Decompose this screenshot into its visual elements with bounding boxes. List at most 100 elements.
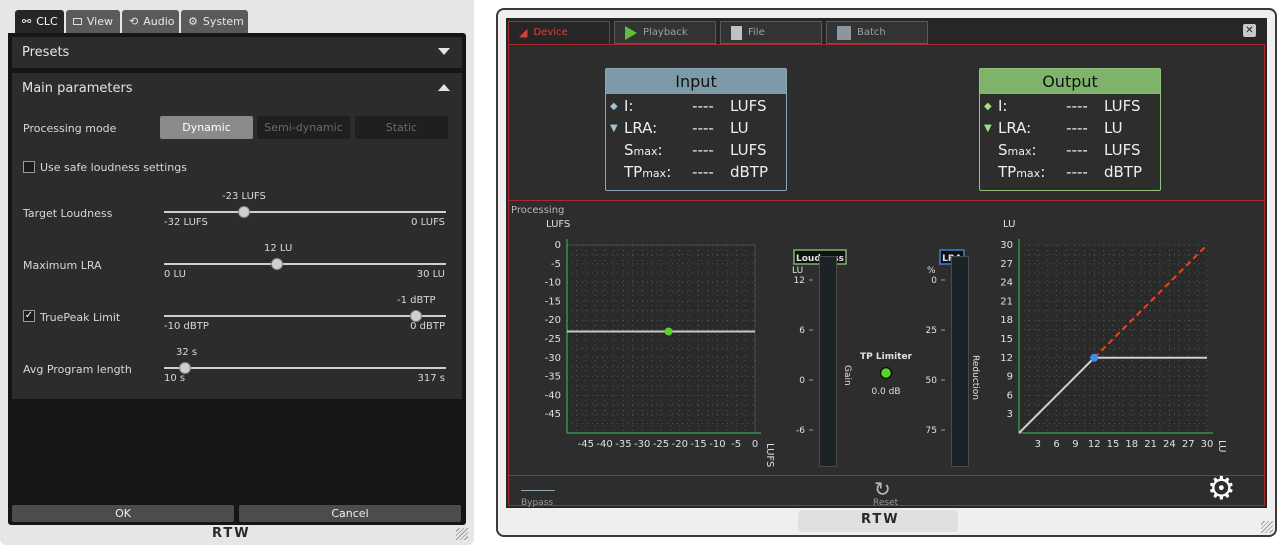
loudness-transfer-chart: LUFS LUFS 0-5-10-15-20-25-30-35-40-45 -4… bbox=[545, 219, 775, 467]
clc-icon: ⚯ bbox=[22, 15, 32, 28]
y-tick-label: -15 bbox=[545, 296, 561, 307]
x-tick-label: 3 bbox=[1035, 439, 1041, 450]
resize-grip-icon[interactable] bbox=[456, 528, 468, 540]
diamond-icon: ◆ bbox=[984, 100, 992, 112]
mode-static-button[interactable]: Static bbox=[355, 116, 448, 139]
x-tick-label: -40 bbox=[596, 439, 612, 450]
max-lra-max: 30 LU bbox=[416, 269, 445, 280]
divider bbox=[509, 475, 1264, 476]
tab-playback[interactable]: Playback bbox=[614, 21, 716, 44]
diamond-icon: ◆ bbox=[610, 100, 618, 112]
max-lra-knob[interactable] bbox=[271, 258, 283, 270]
max-lra-value: 12 LU bbox=[264, 243, 293, 254]
safe-loudness-label: Use safe loudness settings bbox=[40, 161, 187, 174]
y-tick-label: 24 bbox=[1000, 278, 1013, 289]
reset-label[interactable]: Reset bbox=[873, 498, 898, 508]
truepeak-checkbox[interactable]: ✓ bbox=[23, 310, 35, 322]
output-title: Output bbox=[980, 69, 1160, 94]
x-ticks: 3 6 9 12 15 18 21 24 27 30 bbox=[1035, 439, 1214, 450]
x-tick-label: 6 bbox=[1053, 439, 1059, 450]
input-tpmax-row: TPmax: ---- dBTP bbox=[624, 163, 769, 181]
x-ticks: -45 -40 -35 -30 -25 -20 -15 -10 -5 0 bbox=[578, 439, 759, 450]
y-tick-label: 21 bbox=[1000, 296, 1013, 307]
avg-program-track[interactable] bbox=[164, 367, 446, 369]
x-tick-label: -20 bbox=[672, 439, 688, 450]
presets-section-header[interactable]: Presets bbox=[12, 37, 462, 68]
safe-loudness-checkbox[interactable] bbox=[23, 161, 35, 173]
max-lra-track[interactable] bbox=[164, 263, 446, 265]
y-tick-label: 30 bbox=[1000, 240, 1013, 251]
truepeak-value: -1 dBTP bbox=[397, 295, 436, 306]
plot-area bbox=[566, 244, 756, 434]
processing-mode-label: Processing mode bbox=[23, 122, 117, 135]
x-tick-label: 21 bbox=[1144, 439, 1157, 450]
truepeak-track[interactable] bbox=[164, 315, 446, 317]
tab-view[interactable]: View bbox=[66, 10, 120, 33]
x-tick-label: 9 bbox=[1072, 439, 1078, 450]
rtw-logo: RTW bbox=[212, 526, 251, 541]
meter-tick-label: 75 bbox=[926, 426, 937, 436]
y-tick-label: 3 bbox=[1007, 409, 1013, 420]
x-tick-label: -15 bbox=[690, 439, 706, 450]
x-tick-label: -30 bbox=[634, 439, 650, 450]
tp-limiter-led bbox=[879, 366, 893, 380]
device-window: ◢ Device Playback File Batch ✕ Input ◆ I… bbox=[496, 8, 1277, 537]
close-icon[interactable]: ✕ bbox=[1243, 24, 1256, 37]
tab-system[interactable]: ⚙ System bbox=[181, 10, 248, 33]
meter-tick-label: 0 bbox=[931, 276, 937, 286]
input-panel: Input ◆ I: ---- LUFS ▼ LRA: ---- LU Smax… bbox=[605, 68, 787, 191]
tab-file[interactable]: File bbox=[720, 21, 822, 44]
avg-program-label: Avg Program length bbox=[23, 363, 132, 376]
y-tick-label: 27 bbox=[1000, 259, 1013, 270]
tab-device[interactable]: ◢ Device bbox=[508, 21, 610, 44]
target-loudness-track[interactable] bbox=[164, 211, 446, 213]
x-tick-label: 24 bbox=[1163, 439, 1176, 450]
x-axis-unit: LUFS bbox=[764, 443, 775, 467]
reduction-meter-bar bbox=[951, 256, 969, 467]
y-tick-label: 18 bbox=[1000, 315, 1013, 326]
ok-button[interactable]: OK bbox=[12, 505, 234, 522]
bypass-label[interactable]: Bypass bbox=[521, 498, 553, 508]
y-axis-unit: LUFS bbox=[546, 219, 570, 230]
device-screen: ◢ Device Playback File Batch ✕ Input ◆ I… bbox=[506, 18, 1267, 508]
max-lra-point[interactable] bbox=[1090, 353, 1099, 362]
tab-clc[interactable]: ⚯ CLC bbox=[15, 10, 64, 33]
tp-limiter: TP Limiter 0.0 dB bbox=[860, 352, 913, 397]
y-tick-label: -35 bbox=[545, 372, 561, 383]
mode-semi-dynamic-button[interactable]: Semi-dynamic bbox=[257, 116, 350, 139]
target-loudness-knob[interactable] bbox=[238, 206, 250, 218]
y-tick-label: -25 bbox=[545, 334, 561, 345]
clc-panel: Presets Main parameters Processing mode … bbox=[8, 33, 466, 525]
y-ticks: 0 -5 -10 -15 -20 -25 -30 -35 -40 -45 bbox=[545, 240, 561, 420]
cancel-button[interactable]: Cancel bbox=[239, 505, 461, 522]
settings-gear-icon[interactable]: ⚙ bbox=[1207, 471, 1236, 505]
output-lra-row: ▼ LRA: ---- LU bbox=[984, 119, 1123, 137]
lra-meter-unit: % bbox=[927, 266, 936, 276]
lra-meter: LRA % 0255075100 Reduction bbox=[926, 249, 980, 436]
device-icon: ◢ bbox=[519, 26, 528, 39]
meter-tick-label: 12 bbox=[794, 276, 805, 286]
main-parameters-header[interactable]: Main parameters bbox=[12, 73, 462, 104]
y-tick-label: -10 bbox=[545, 278, 561, 289]
loudness-meter-ticks: 1260-6-12 bbox=[794, 276, 813, 436]
max-lra-min: 0 LU bbox=[164, 269, 186, 280]
truepeak-label: TruePeak Limit bbox=[40, 311, 121, 324]
output-smax-row: Smax: ---- LUFS bbox=[998, 141, 1141, 159]
play-icon bbox=[625, 25, 637, 40]
x-tick-label: -45 bbox=[578, 439, 594, 450]
tab-batch[interactable]: Batch bbox=[826, 21, 928, 44]
reduction-label: Reduction bbox=[970, 355, 980, 400]
meter-tick-label: 25 bbox=[926, 326, 937, 336]
y-tick-label: 15 bbox=[1000, 334, 1013, 345]
bypass-icon[interactable] bbox=[521, 485, 555, 491]
target-loudness-max: 0 LUFS bbox=[411, 217, 445, 228]
output-tpmax-row: TPmax: ---- dBTP bbox=[998, 163, 1143, 181]
y-tick-label: -40 bbox=[545, 390, 561, 401]
target-point[interactable] bbox=[664, 327, 673, 336]
resize-grip-icon[interactable] bbox=[1261, 521, 1273, 533]
mode-dynamic-button[interactable]: Dynamic bbox=[160, 116, 253, 139]
file-icon bbox=[731, 25, 742, 40]
tab-audio[interactable]: ⟲ Audio bbox=[122, 10, 179, 33]
meter-tick-label: 6 bbox=[799, 326, 805, 336]
x-tick-label: 27 bbox=[1182, 439, 1195, 450]
